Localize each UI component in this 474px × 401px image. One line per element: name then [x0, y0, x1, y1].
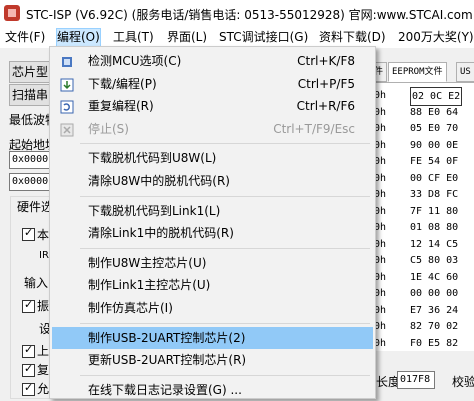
menu-item-label: 制作仿真芯片(I)	[88, 301, 173, 315]
menu-item-12[interactable]: 制作Link1主控芯片(U)	[52, 274, 373, 296]
eeprom-address-field[interactable]: 0x0000	[9, 173, 53, 191]
menu-item-2[interactable]: 重复编程(R) Ctrl+R/F6	[52, 95, 373, 117]
menu-item-9[interactable]: 清除Link1中的脱机代码(R)	[52, 222, 373, 244]
menu-separator	[80, 374, 370, 376]
menu-bar: 文件(F) 编程(O) 工具(T) 界面(L) STC调试接口(G) 资料下载(…	[0, 26, 474, 48]
menu-item-18[interactable]: 在线下载日志记录设置(G) ...	[52, 379, 373, 401]
option-label-4: 振	[37, 299, 50, 313]
menu-item-label: 检测MCU选项(C)	[88, 54, 182, 68]
option-label-1: 本	[37, 228, 50, 242]
menu-item-label: 在线下载日志记录设置(G) ...	[88, 382, 242, 397]
menu-item-5[interactable]: 下载脱机代码到U8W(L)	[52, 147, 373, 169]
option-label-6: 上	[37, 344, 50, 358]
menu-separator	[80, 322, 370, 324]
menu-tools[interactable]: 工具(T)	[113, 29, 154, 46]
hex-data: C5 80 03	[410, 255, 459, 266]
menu-item-label: 制作USB-2UART控制芯片(2)	[88, 330, 246, 345]
menu-item-shortcut: Ctrl+P/F5	[297, 76, 355, 91]
menu-downloads[interactable]: 资料下载(D)	[319, 29, 386, 46]
hex-data: 00 00 00	[410, 288, 459, 299]
menu-item-label: 下载脱机代码到U8W(L)	[88, 151, 217, 166]
option-label-3: 输入	[24, 276, 49, 290]
hex-data: E7 36 24	[410, 304, 459, 316]
menu-program[interactable]: 编程(O)	[56, 28, 101, 47]
tab-usb[interactable]: US	[456, 62, 474, 82]
hex-data: 33 D8 FC	[410, 189, 459, 200]
hex-data: 05 E0 70	[410, 123, 459, 134]
menu-item-label: 重复编程(R)	[88, 99, 154, 114]
menu-item-1[interactable]: 下载/编程(P) Ctrl+P/F5	[52, 73, 373, 95]
hex-data: FE 54 0F	[410, 156, 459, 167]
menu-interface[interactable]: 界面(L)	[167, 29, 207, 46]
menu-item-16[interactable]: 更新USB-2UART控制芯片(R)	[52, 349, 373, 371]
menu-item-11[interactable]: 制作U8W主控芯片(U)	[52, 252, 373, 274]
hex-view[interactable]: 0h 02 0C E2 0h 88 E0 64 0h 05 E0 70 0h 90 00 0E…	[374, 82, 474, 351]
menu-item-13[interactable]: 制作仿真芯片(I)	[52, 297, 373, 319]
menu-item-label: 下载脱机代码到Link1(L)	[88, 203, 221, 218]
hex-data: 90 00 0E	[410, 139, 459, 151]
menu-item-label: 制作Link1主控芯片(U)	[88, 278, 211, 293]
tab-eeprom-file[interactable]: EEPROM文件	[388, 62, 447, 82]
menu-prize[interactable]: 200万大奖(Y)	[398, 29, 474, 46]
option-checkbox-1[interactable]	[22, 226, 35, 241]
option-checkbox-6[interactable]	[22, 343, 35, 358]
program-menu-dropdown: 检测MCU选项(C) Ctrl+K/F8 下载/编程(P) Ctrl+P/F5 重复编程…	[49, 46, 376, 399]
hex-data: 12 14 C5	[410, 238, 459, 250]
menu-item-shortcut: Ctrl+R/F6	[296, 99, 355, 114]
menu-item-6[interactable]: 清除U8W中的脱机代码(R)	[52, 170, 373, 192]
option-label-7: 复	[37, 363, 50, 377]
menu-item-label: 停止(S)	[88, 121, 129, 136]
menu-debug-interface[interactable]: STC调试接口(G)	[219, 29, 308, 46]
option-checkbox-4[interactable]	[22, 298, 35, 313]
length-field[interactable]: 017F8	[397, 371, 435, 389]
menu-item-0[interactable]: 检测MCU选项(C) Ctrl+K/F8	[52, 50, 373, 72]
hex-data: 7F 11 80	[410, 205, 459, 217]
menu-item-label: 清除U8W中的脱机代码(R)	[88, 174, 230, 188]
menu-item-3: 停止(S) Ctrl+T/F9/Esc	[52, 118, 373, 140]
menu-item-15[interactable]: 制作USB-2UART控制芯片(2)	[52, 326, 373, 349]
menu-separator	[80, 247, 370, 249]
hex-data: 88 E0 64	[410, 106, 459, 118]
stop-icon	[60, 122, 74, 137]
window-title: STC-ISP (V6.92C) (服务电话/销售电话: 0513-550129…	[26, 8, 473, 22]
menu-item-label: 下载/编程(P)	[88, 76, 157, 91]
menu-separator	[80, 195, 370, 197]
menu-file[interactable]: 文件(F)	[5, 29, 45, 46]
menu-item-label: 制作U8W主控芯片(U)	[88, 255, 207, 270]
menu-item-shortcut: Ctrl+T/F9/Esc	[273, 121, 355, 136]
menu-item-label: 更新USB-2UART控制芯片(R)	[88, 353, 247, 368]
repeat-program-icon	[60, 99, 74, 114]
hex-data: 01 08 80	[410, 222, 459, 233]
download-program-icon	[60, 77, 74, 92]
hex-data: F0 E5 82	[410, 337, 459, 349]
hex-data: 00 CF E0	[410, 172, 459, 184]
menu-item-8[interactable]: 下载脱机代码到Link1(L)	[52, 200, 373, 222]
title-bar: STC-ISP (V6.92C) (服务电话/销售电话: 0513-550129…	[0, 0, 474, 26]
start-address-field[interactable]: 0x0000	[9, 151, 53, 169]
menu-item-shortcut: Ctrl+K/F8	[297, 54, 355, 68]
chip-check-icon	[60, 54, 74, 68]
app-icon	[4, 5, 20, 21]
option-label-8: 允	[37, 382, 50, 396]
menu-item-label: 清除Link1中的脱机代码(R)	[88, 226, 234, 241]
hex-data: 82 70 02	[410, 321, 459, 332]
checksum-label: 校验	[452, 375, 474, 389]
option-checkbox-8[interactable]	[22, 381, 35, 396]
menu-separator	[80, 143, 370, 145]
hex-data: 1E 4C 60	[410, 271, 459, 283]
option-checkbox-7[interactable]	[22, 362, 35, 377]
option-label-2: IR	[39, 250, 49, 261]
